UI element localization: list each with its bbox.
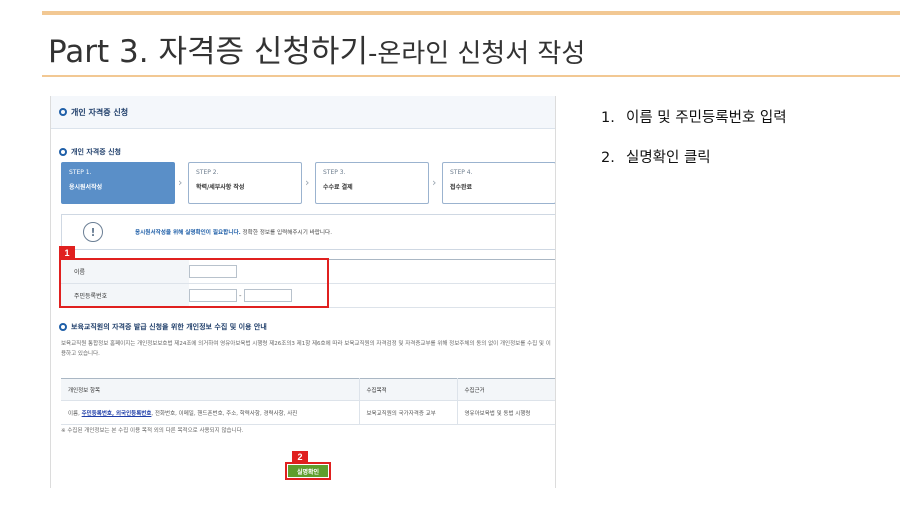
table-cell-basis: 영유아보육법 및 동법 시행령 xyxy=(457,400,555,425)
privacy-note: ※ 수집된 개인정보는 본 수집 이용 목적 외의 다른 목적으로 사용되지 않… xyxy=(61,428,244,434)
slide-title: Part 3. 자격증 신청하기-온라인 신청서 작성 xyxy=(48,26,585,71)
table-cell-purpose: 보육교직원의 국가자격증 교부 xyxy=(359,400,458,425)
confirm-highlight-box: 실명확인 xyxy=(285,462,331,480)
bullet-circle-icon xyxy=(59,108,67,116)
chevron-right-icon: › xyxy=(432,176,437,189)
notice-box: ! 응시원서작성을 위해 실명확인이 필요합니다. 정확한 정보를 입력해주시기… xyxy=(61,214,555,250)
table-cell-items: 이름, 주민등록번호, 외국인등록번호, 전화번호, 이메일, 핸드폰번호, 주… xyxy=(61,400,360,425)
slide-title-sub: -온라인 신청서 작성 xyxy=(367,39,586,69)
instruction-1: 1. 이름 및 주민등록번호 입력 xyxy=(601,110,787,126)
real-name-confirm-button[interactable]: 실명확인 xyxy=(288,465,328,477)
info-circle-icon: ! xyxy=(83,222,103,242)
title-underline-rule xyxy=(42,75,900,77)
privacy-paragraph: 보육교직원 통합정보 홈페이지는 개인정보보호법 제24조에 의거하여 영유아보… xyxy=(61,341,551,357)
step-2: STEP 2. 학력/세부사항 작성 xyxy=(188,162,302,204)
instruction-2: 2. 실명확인 클릭 xyxy=(601,150,711,166)
screenshot-header: 개인 자격증 신청 xyxy=(51,96,555,129)
table-header: 수집근거 xyxy=(457,378,555,401)
step-1: STEP 1. 응시원서작성 xyxy=(61,162,175,204)
step-indicator: STEP 1. 응시원서작성 › STEP 2. 학력/세부사항 작성 › ST… xyxy=(61,162,555,204)
chevron-right-icon: › xyxy=(178,176,183,189)
table-row: 이름, 주민등록번호, 외국인등록번호, 전화번호, 이메일, 핸드폰번호, 주… xyxy=(61,400,555,425)
screenshot-header-title: 개인 자격증 신청 xyxy=(71,107,129,117)
section-title: 개인 자격증 신청 xyxy=(59,147,121,157)
table-header: 개인정보 항목 xyxy=(61,378,360,401)
table-header: 수집목적 xyxy=(359,378,458,401)
step-4: STEP 4. 접수완료 xyxy=(442,162,555,204)
privacy-section-title: 보육교직원의 자격증 발급 신청을 위한 개인정보 수집 및 이용 안내 xyxy=(59,322,267,332)
bullet-circle-icon xyxy=(59,323,67,331)
chevron-right-icon: › xyxy=(305,176,310,189)
notice-text: 응시원서작성을 위해 실명확인이 필요합니다. 정확한 정보를 입력해주시기 바… xyxy=(135,230,332,236)
application-screenshot: 개인 자격증 신청 개인 자격증 신청 STEP 1. 응시원서작성 › STE… xyxy=(50,96,556,488)
form-highlight-box xyxy=(59,258,329,308)
bullet-circle-icon xyxy=(59,148,67,156)
top-accent-rule xyxy=(42,11,900,15)
slide-title-main: Part 3. 자격증 신청하기 xyxy=(48,34,368,70)
privacy-table: 개인정보 항목 수집목적 수집근거 이름, 주민등록번호, 외국인등록번호, 전… xyxy=(61,378,555,425)
step-3: STEP 3. 수수료 결제 xyxy=(315,162,429,204)
